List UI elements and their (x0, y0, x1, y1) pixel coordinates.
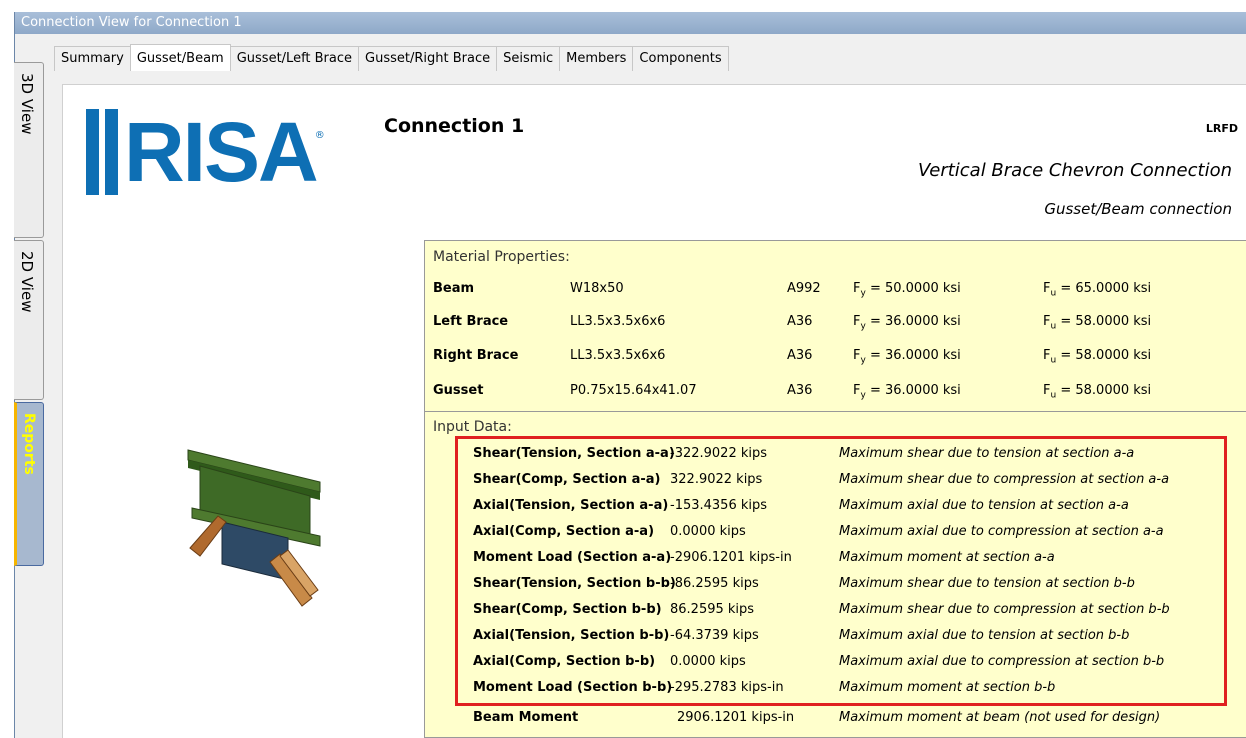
side-tab-reports-label: Reports (21, 413, 37, 475)
registered-mark: ® (314, 130, 325, 141)
tab-summary[interactable]: Summary (54, 46, 131, 71)
tab-members[interactable]: Members (559, 46, 634, 71)
side-tab-2d-label: 2D View (18, 251, 36, 313)
window-title: Connection View for Connection 1 (15, 12, 1246, 34)
tab-gusset-beam[interactable]: Gusset/Beam (129, 44, 231, 71)
tab-bar: Summary Gusset/Beam Gusset/Left Brace Gu… (54, 44, 729, 71)
data-panel: Material Properties: Beam W18x50 A992 Fy… (424, 240, 1246, 738)
side-tab-2d-view[interactable]: 2D View (14, 240, 44, 400)
side-tab-3d-view[interactable]: 3D View (14, 62, 44, 238)
design-code: LRFD (1205, 122, 1238, 135)
connection-3d-model (187, 449, 321, 607)
input-row: Beam Moment 2906.1201 kips-in Maximum mo… (473, 710, 1161, 725)
material-properties-header: Material Properties: (433, 249, 570, 265)
logo-text: RISA (124, 105, 319, 199)
side-tab-3d-label: 3D View (18, 73, 36, 135)
tab-components[interactable]: Components (632, 46, 729, 71)
side-tab-reports[interactable]: Reports (14, 402, 44, 566)
highlight-box (455, 436, 1227, 706)
material-row: Gusset P0.75x15.64x41.07 A36 Fy = 36.000… (433, 383, 1152, 401)
material-row: Beam W18x50 A992 Fy = 50.0000 ksi Fu = 6… (433, 281, 1152, 299)
tab-seismic[interactable]: Seismic (496, 46, 561, 71)
material-row: Left Brace LL3.5x3.5x6x6 A36 Fy = 36.000… (433, 314, 1152, 332)
section-divider (425, 411, 1246, 412)
tab-gusset-right-brace[interactable]: Gusset/Right Brace (358, 46, 498, 71)
risa-logo: RISA ® (86, 105, 325, 199)
connection-type: Vertical Brace Chevron Connection (917, 160, 1232, 181)
input-data-header: Input Data: (433, 419, 512, 435)
material-row: Right Brace LL3.5x3.5x6x6 A36 Fy = 36.00… (433, 348, 1152, 366)
tab-gusset-left-brace[interactable]: Gusset/Left Brace (229, 46, 360, 71)
logo-bars (86, 109, 118, 195)
connection-subtype: Gusset/Beam connection (1044, 200, 1232, 218)
report-title: Connection 1 (384, 115, 525, 137)
